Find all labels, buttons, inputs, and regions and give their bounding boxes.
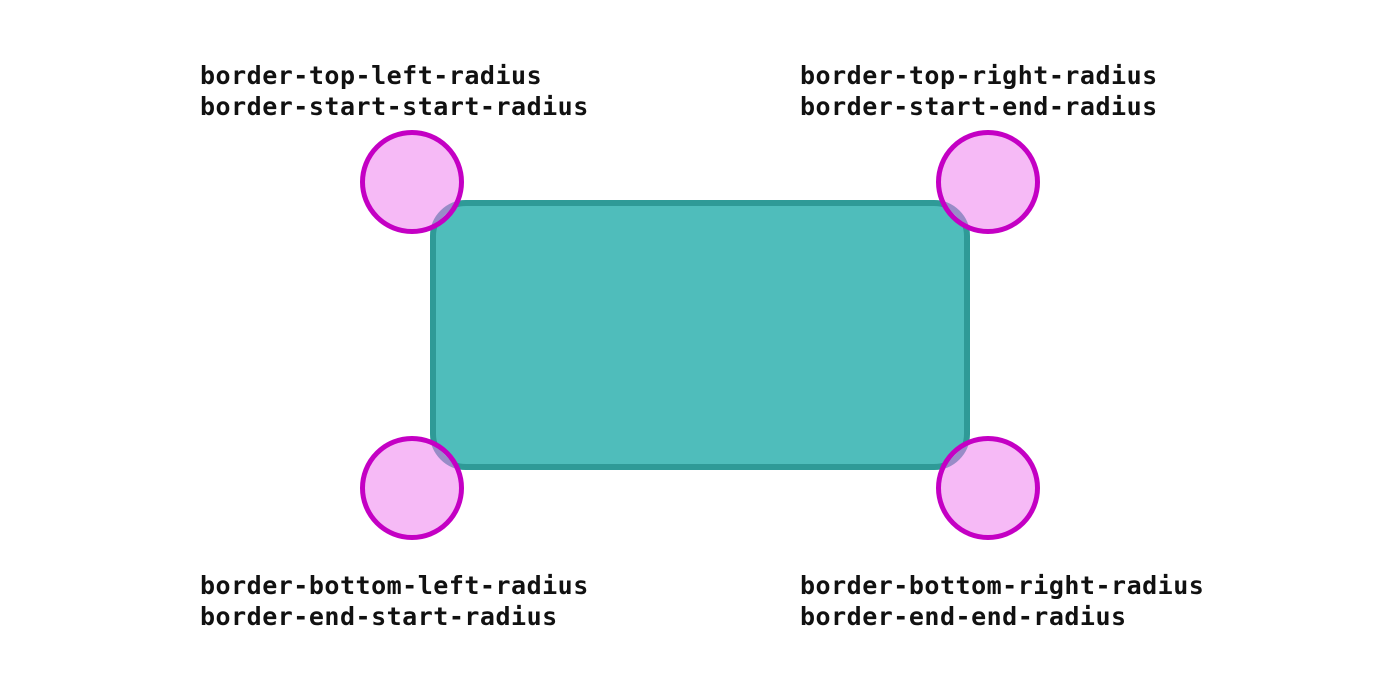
label-logical: border-end-start-radius	[200, 602, 558, 631]
label-physical: border-bottom-left-radius	[200, 571, 589, 600]
corner-marker-bottom-left	[360, 436, 464, 540]
corner-marker-bottom-right	[936, 436, 1040, 540]
label-top-left: border-top-left-radius border-start-star…	[200, 60, 589, 123]
label-logical: border-start-start-radius	[200, 92, 589, 121]
corner-marker-top-left	[360, 130, 464, 234]
label-physical: border-top-left-radius	[200, 61, 542, 90]
corner-marker-top-right	[936, 130, 1040, 234]
label-physical: border-bottom-right-radius	[800, 571, 1204, 600]
label-logical: border-start-end-radius	[800, 92, 1158, 121]
label-bottom-right: border-bottom-right-radius border-end-en…	[800, 570, 1204, 633]
label-physical: border-top-right-radius	[800, 61, 1158, 90]
label-logical: border-end-end-radius	[800, 602, 1127, 631]
label-bottom-left: border-bottom-left-radius border-end-sta…	[200, 570, 589, 633]
demo-box	[430, 200, 970, 470]
label-top-right: border-top-right-radius border-start-end…	[800, 60, 1158, 123]
diagram-canvas: border-top-left-radius border-start-star…	[0, 0, 1400, 700]
